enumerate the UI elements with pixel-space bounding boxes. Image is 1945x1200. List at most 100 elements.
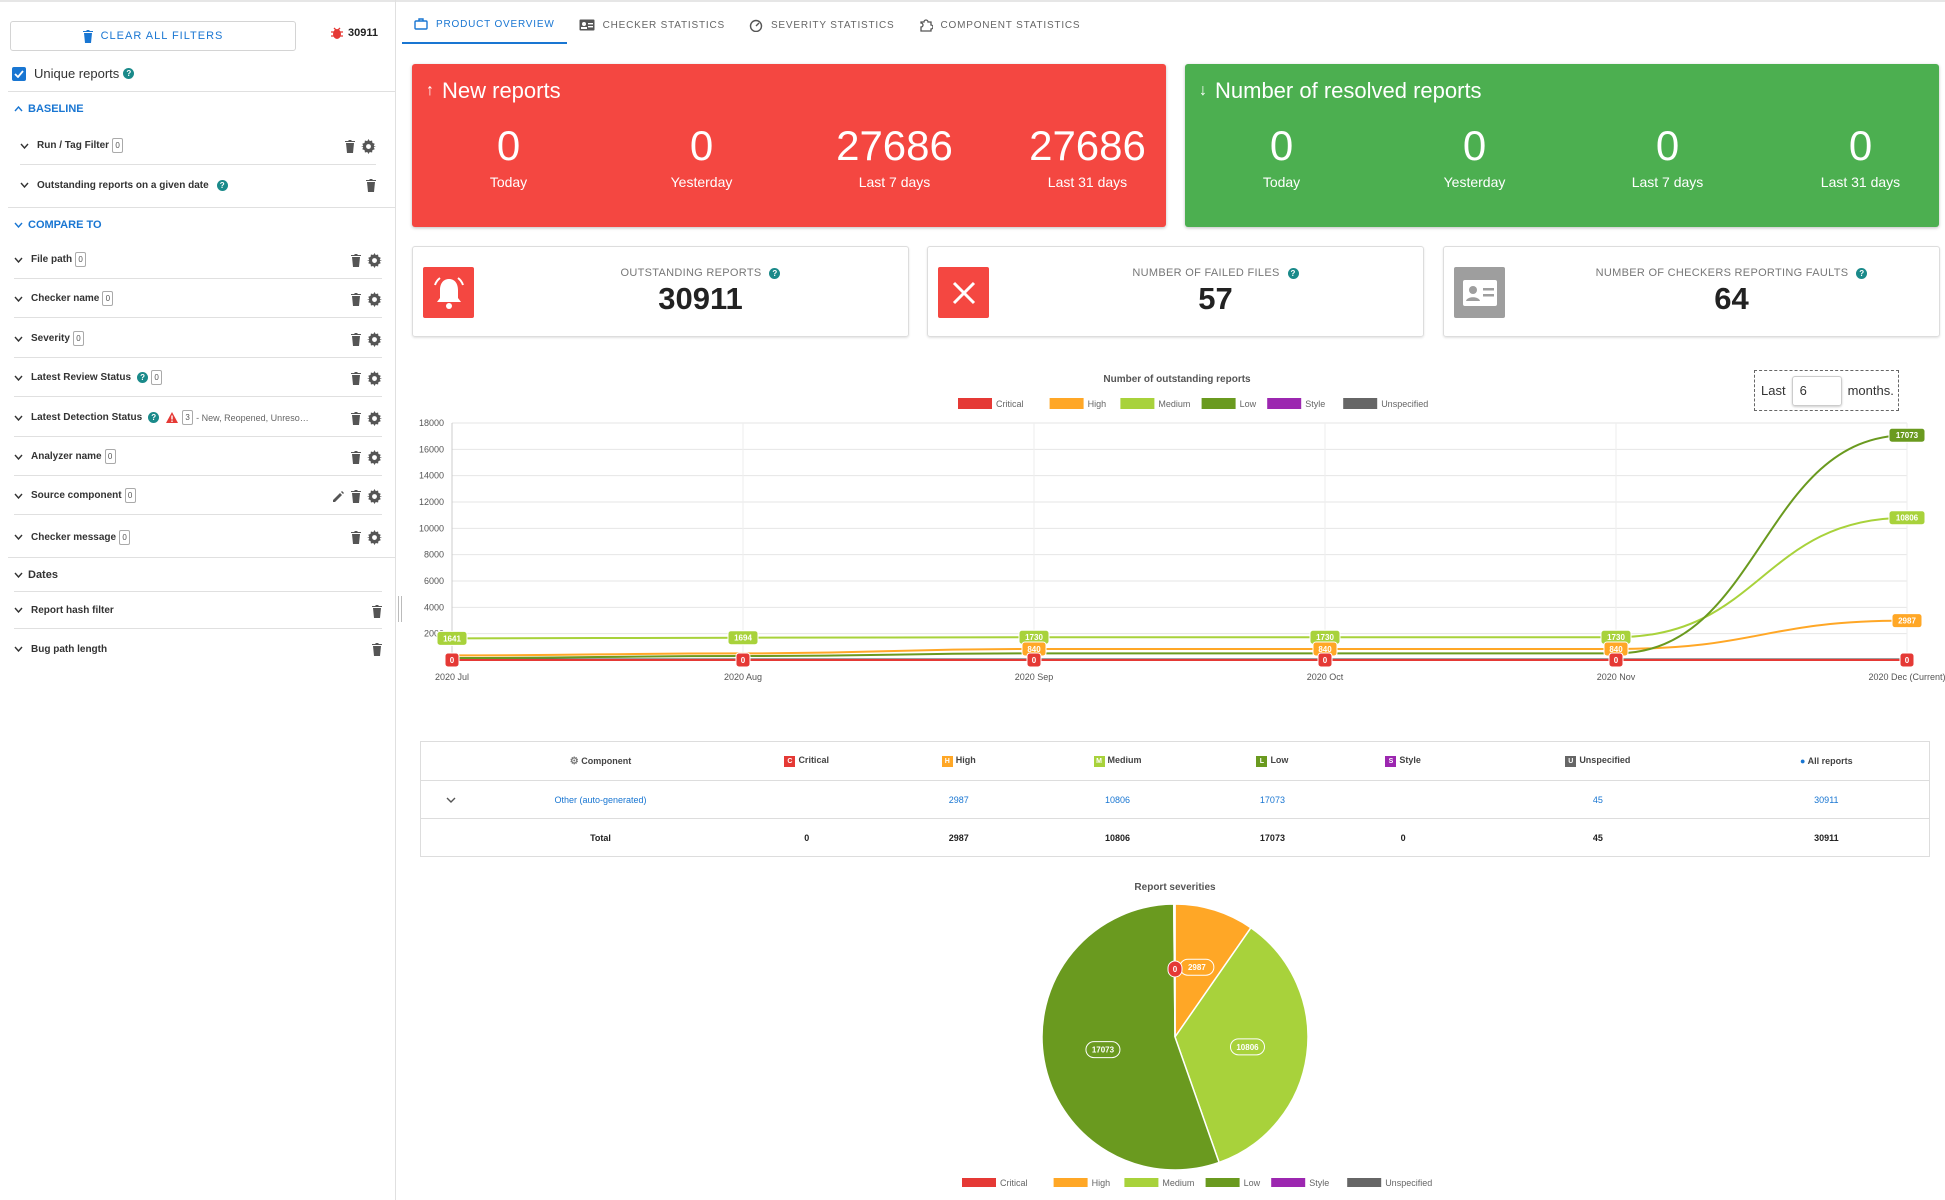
cell-high[interactable]: 2987 xyxy=(892,780,1025,819)
filter-latest-detection-status[interactable]: Latest Detection Status? 3- New, Reopened… xyxy=(14,399,382,437)
column-header-style[interactable]: S Style xyxy=(1334,741,1472,781)
filter-bug-path-length[interactable]: Bug path length xyxy=(14,630,382,668)
filter-severity[interactable]: Severity 0 xyxy=(14,320,382,358)
help-icon[interactable]: ? xyxy=(137,372,149,383)
stat-label: Last 31 days xyxy=(1820,174,1901,190)
trash-icon[interactable] xyxy=(351,253,361,267)
component-name-link[interactable]: Other (auto-generated) xyxy=(480,780,721,819)
filter-report-hash[interactable]: Report hash filter xyxy=(14,591,382,629)
column-header-label: Unspecified xyxy=(1579,755,1631,766)
filter-label: Run / Tag Filter xyxy=(37,140,110,151)
trash-icon[interactable] xyxy=(372,604,382,618)
puzzle-icon xyxy=(919,19,933,32)
cell-low[interactable]: 17073 xyxy=(1210,780,1335,819)
filter-label: File path xyxy=(31,254,73,265)
legend-swatch xyxy=(1124,1178,1159,1187)
dates-section-header[interactable]: Dates xyxy=(8,557,396,591)
gear-icon[interactable] xyxy=(367,252,382,268)
filter-checker-name[interactable]: Checker name 0 xyxy=(14,280,382,318)
unique-reports-label: Unique reports xyxy=(34,66,120,81)
data-label: 17073 xyxy=(1896,431,1919,440)
trash-icon[interactable] xyxy=(345,139,355,153)
tab-product-overview[interactable]: Product overview xyxy=(402,6,567,44)
filter-source-component[interactable]: Source component 0 xyxy=(14,477,382,515)
baseline-section-header[interactable]: Baseline xyxy=(8,91,396,125)
compare-section-header[interactable]: Compare to xyxy=(8,207,396,241)
kpi-label-text: Outstanding reports xyxy=(620,267,762,279)
gear-icon[interactable] xyxy=(367,410,382,426)
cell-unspecified[interactable]: 45 xyxy=(1471,780,1724,819)
data-label: 0 xyxy=(1905,656,1910,665)
low-badge: L xyxy=(1256,755,1268,767)
tab-component-statistics[interactable]: Component statistics xyxy=(907,6,1093,44)
tab-label: Checker statistics xyxy=(602,19,725,31)
filter-latest-review-status[interactable]: Latest Review Status? 0 xyxy=(14,359,382,397)
total-count-value: 30911 xyxy=(348,27,378,39)
stat-value: 0 xyxy=(1462,122,1487,169)
data-label: 1730 xyxy=(1607,633,1625,642)
empty-cell xyxy=(420,818,481,857)
expand-row-button[interactable] xyxy=(420,780,481,819)
column-header-all-reports[interactable]: ● All reports xyxy=(1723,741,1930,781)
column-header-critical[interactable]: C Critical xyxy=(720,741,893,781)
column-header-high[interactable]: H High xyxy=(892,741,1025,781)
filter-file-path[interactable]: File path 0 xyxy=(14,241,382,279)
trash-icon[interactable] xyxy=(351,411,361,425)
chart-title: Number of outstanding reports xyxy=(1103,374,1251,385)
y-tick-label: 6000 xyxy=(424,576,444,586)
trash-icon[interactable] xyxy=(351,450,361,464)
cell-all[interactable]: 30911 xyxy=(1723,780,1930,819)
filter-checker-message[interactable]: Checker message 0 xyxy=(14,518,382,556)
help-icon[interactable]: ? xyxy=(123,68,135,79)
pencil-icon[interactable] xyxy=(332,490,345,503)
filter-run-tag[interactable]: Run / Tag Filter 0 xyxy=(20,127,376,165)
trash-icon[interactable] xyxy=(351,489,361,503)
column-header-unspecified[interactable]: U Unspecified xyxy=(1471,741,1724,781)
tab-severity-statistics[interactable]: Severity statistics xyxy=(737,6,907,44)
unique-reports-checkbox[interactable] xyxy=(12,66,26,81)
gear-icon[interactable] xyxy=(361,138,376,154)
filter-label: Latest Review Status xyxy=(31,372,132,383)
trash-icon[interactable] xyxy=(372,642,382,656)
trash-icon[interactable] xyxy=(351,332,361,346)
stat-label: Today xyxy=(489,174,528,190)
months-input[interactable]: 6 xyxy=(1791,375,1842,406)
gear-icon[interactable] xyxy=(367,331,382,347)
filter-analyzer-name[interactable]: Analyzer name 0 xyxy=(14,438,382,476)
total-critical: 0 xyxy=(720,818,893,857)
total-unspecified: 45 xyxy=(1471,818,1724,857)
cell-medium[interactable]: 10806 xyxy=(1024,780,1211,819)
help-icon[interactable]: ? xyxy=(216,179,228,191)
help-icon[interactable]: ? xyxy=(1856,267,1868,279)
data-label: 0 xyxy=(1032,656,1037,665)
legend-label: Critical xyxy=(1000,1178,1028,1188)
clear-all-filters-button[interactable]: Clear all filters xyxy=(10,21,296,51)
chevron-down-icon xyxy=(14,296,23,302)
trash-icon[interactable] xyxy=(351,371,361,385)
gear-icon[interactable] xyxy=(367,529,382,545)
gear-icon[interactable] xyxy=(367,370,382,386)
trash-icon[interactable] xyxy=(366,178,376,192)
gear-icon[interactable] xyxy=(367,449,382,465)
gear-icon[interactable] xyxy=(367,488,382,504)
help-icon[interactable]: ? xyxy=(148,412,160,423)
legend-label: Style xyxy=(1309,1178,1329,1188)
stat-yesterday: 0 Yesterday xyxy=(1378,122,1571,190)
filter-outstanding-date[interactable]: Outstanding reports on a given date ? xyxy=(20,166,376,204)
filter-label: Severity xyxy=(31,333,70,344)
style-badge: S xyxy=(1385,755,1397,767)
column-header-low[interactable]: L Low xyxy=(1210,741,1335,781)
filter-label: Checker message xyxy=(31,531,117,543)
column-header-medium[interactable]: M Medium xyxy=(1024,741,1211,781)
unique-reports-toggle[interactable]: Unique reports ? xyxy=(12,66,135,81)
trash-icon[interactable] xyxy=(351,530,361,544)
data-label: 1641 xyxy=(443,634,461,643)
help-icon[interactable]: ? xyxy=(1287,267,1299,279)
help-icon[interactable]: ? xyxy=(769,267,781,279)
column-header-component[interactable]: ⚙ Component xyxy=(480,741,721,781)
trash-icon[interactable] xyxy=(351,292,361,306)
gear-icon[interactable] xyxy=(367,291,382,307)
chevron-down-icon xyxy=(446,797,456,803)
legend-label: Unspecified xyxy=(1381,399,1428,409)
tab-checker-statistics[interactable]: Checker statistics xyxy=(567,6,737,44)
